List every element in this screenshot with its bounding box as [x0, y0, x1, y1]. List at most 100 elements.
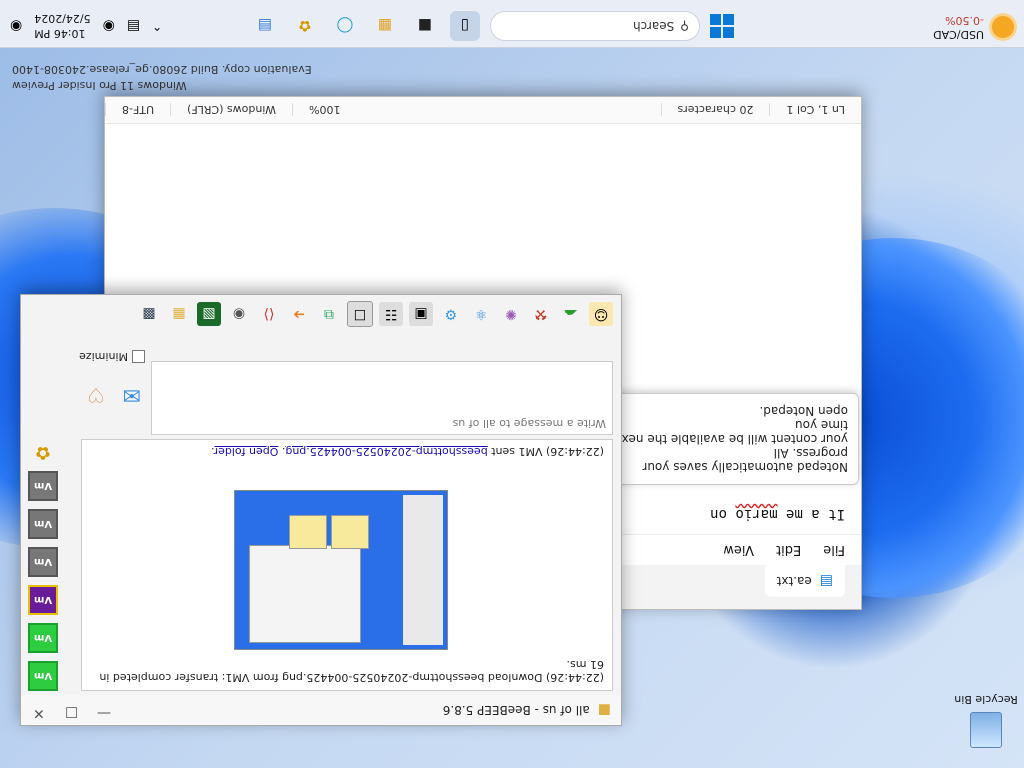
- user-vm-2[interactable]: Vm: [28, 623, 58, 653]
- autosave-tip: Notepad automatically saves your progres…: [587, 393, 859, 485]
- recycle-bin[interactable]: Recycle Bin: [954, 693, 1018, 748]
- thumb-note-1: [331, 515, 369, 549]
- bell-icon[interactable]: ♡: [87, 383, 105, 407]
- watermark-line2: Evaluation copy. Build 26080.ge_release.…: [12, 63, 312, 76]
- gear-icon[interactable]: ⚙: [439, 302, 463, 326]
- user-vm-4[interactable]: Vm: [28, 547, 58, 577]
- user-vm-6[interactable]: Vm: [28, 471, 58, 501]
- file-link[interactable]: beesshottmp-20240525-004425.png: [285, 445, 487, 458]
- menu-file[interactable]: File: [823, 543, 845, 558]
- text-before: It a me: [777, 506, 845, 522]
- minimize-check[interactable]: [132, 350, 145, 363]
- misspelled-word: mario: [735, 506, 778, 522]
- screenshot-icon[interactable]: ▣: [409, 302, 433, 326]
- file-icon[interactable]: ☐: [347, 301, 373, 327]
- html-icon[interactable]: ⟨⟩: [257, 302, 281, 326]
- recycle-bin-icon: [970, 712, 1002, 748]
- watermark-line1: Windows 11 Pro Insider Preview: [12, 79, 187, 92]
- tools-icon[interactable]: ⚒: [529, 302, 553, 326]
- taskbar-center: ⚲ Search ▯ ■ ▦ ◯ ✿ ▤: [250, 11, 734, 41]
- minimize-checkbox[interactable]: Minimize: [79, 350, 145, 363]
- clock[interactable]: 10:46 PM 5/24/2024: [34, 11, 90, 41]
- clock-time: 10:46 PM: [34, 27, 86, 40]
- user-vm-1[interactable]: Vm: [28, 661, 58, 691]
- text-after: on: [710, 506, 736, 522]
- beebeep-window[interactable]: ■ all of us - BeeBEEP 5.8.6 — □ ✕ Vm Vm …: [20, 294, 622, 726]
- taskbar: USD/CAD -0.50% ⚲ Search ▯ ■ ▦ ◯ ✿ ▤ ⌃ ▤ …: [0, 0, 1024, 48]
- send-button[interactable]: ✉: [123, 382, 141, 407]
- notepad-taskbar-icon[interactable]: ▤: [250, 11, 280, 41]
- status-zoom: 100%: [292, 103, 357, 117]
- tip-line2: your content will be available the next …: [616, 418, 848, 446]
- open-folder-link[interactable]: Open folder: [215, 445, 279, 458]
- chat-sent-end: .: [211, 445, 215, 458]
- chart-icon[interactable]: ▧: [197, 302, 221, 326]
- recycle-bin-label: Recycle Bin: [954, 693, 1018, 706]
- user-vm-5[interactable]: Vm: [28, 509, 58, 539]
- beebeep-taskbar-icon[interactable]: ✿: [290, 11, 320, 41]
- menu-edit[interactable]: Edit: [776, 543, 801, 558]
- folder-share-icon[interactable]: ➔: [287, 302, 311, 326]
- notepad-tab[interactable]: ▤ ea.txt: [764, 565, 845, 597]
- network-icon[interactable]: ▤: [127, 18, 140, 34]
- maximize-window-button[interactable]: □: [65, 705, 78, 721]
- beebeep-title: all of us - BeeBEEP 5.8.6: [442, 703, 590, 717]
- notepad-tab-title: ea.txt: [776, 574, 812, 588]
- notepad-statusbar: Ln 1, Col 1 20 characters 100% Windows (…: [105, 97, 861, 124]
- close-window-button[interactable]: ✕: [33, 705, 45, 721]
- tip-line3: open Notepad.: [759, 404, 848, 418]
- beebeep-toolbar: ☺ ☁ ⚒ ✺ ⚛ ⚙ ▣ ☷ ☐ ⧉ ➔ ⟨⟩ ◉ ▧ ▦ ▩: [23, 299, 617, 329]
- chat-line-download: (22:44:26) Download beesshottmp-20240525…: [99, 658, 604, 684]
- bee-icon[interactable]: ✿: [35, 442, 50, 463]
- start-icon[interactable]: [710, 14, 734, 38]
- widgets-weather[interactable]: USD/CAD -0.50%: [933, 13, 1014, 41]
- notification-bell-icon[interactable]: ◉: [10, 18, 22, 34]
- message-input[interactable]: Write a message to all of us: [151, 361, 613, 435]
- status-encoding: UTF-8: [105, 103, 171, 117]
- status-position: Ln 1, Col 1: [769, 103, 861, 117]
- volume-icon[interactable]: ◉: [103, 18, 115, 34]
- notepad-icon: ▤: [819, 573, 833, 589]
- document-icon[interactable]: ☷: [379, 302, 403, 326]
- image-icon[interactable]: ▦: [167, 302, 191, 326]
- tip-line1: Notepad automatically saves your progres…: [642, 446, 848, 474]
- chat-sent-sep: .: [278, 445, 286, 458]
- search-input[interactable]: ⚲ Search: [490, 11, 700, 41]
- chat-area[interactable]: (22:44:26) Download beesshottmp-20240525…: [81, 439, 613, 691]
- thumb-note-2: [289, 515, 327, 549]
- clock-date: 5/24/2024: [34, 12, 91, 25]
- palette-icon[interactable]: ✺: [499, 302, 523, 326]
- emoji-icon[interactable]: ☺: [589, 302, 613, 326]
- minimize-label: Minimize: [79, 350, 128, 363]
- thumb-sidebar: [403, 495, 443, 645]
- search-placeholder: Search: [632, 19, 675, 33]
- user-list: Vm Vm Vm Vm Vm Vm ✿: [25, 331, 61, 691]
- camera-icon[interactable]: ◉: [227, 302, 251, 326]
- beebeep-titlebar[interactable]: ■ all of us - BeeBEEP 5.8.6 — □ ✕: [21, 695, 621, 725]
- currency-change: -0.50%: [945, 14, 984, 27]
- status-line-ending: Windows (CRLF): [170, 103, 293, 117]
- currency-pair: USD/CAD: [933, 28, 984, 41]
- cloud-icon[interactable]: ☁: [559, 302, 583, 326]
- copy-icon[interactable]: ⧉: [317, 302, 341, 326]
- save-icon[interactable]: ▩: [137, 302, 161, 326]
- chat-line-sent: (22:44:26) VM1 sent beesshottmp-20240525…: [211, 445, 604, 458]
- search-icon: ⚲: [680, 19, 689, 33]
- edge-icon[interactable]: ◯: [330, 11, 360, 41]
- desktop-screen: Windows 11 Pro Insider Preview Evaluatio…: [0, 0, 1024, 768]
- screenshot-thumbnail[interactable]: [234, 490, 448, 650]
- chat-sent-prefix: (22:44:26) VM1 sent: [487, 445, 604, 458]
- message-placeholder: Write a message to all of us: [452, 417, 606, 430]
- system-tray: ⌃ ▤ ◉ 10:46 PM 5/24/2024 ◉: [10, 11, 162, 41]
- task-view-icon[interactable]: ▯: [450, 11, 480, 41]
- user-vm-3[interactable]: Vm: [28, 585, 58, 615]
- thumb-window: [249, 545, 361, 643]
- flask-icon[interactable]: ⚛: [469, 302, 493, 326]
- minimize-window-button[interactable]: —: [97, 705, 111, 721]
- snip-icon[interactable]: ■: [410, 11, 440, 41]
- menu-view[interactable]: View: [723, 543, 754, 558]
- beebeep-folder-icon: ■: [597, 702, 611, 718]
- status-chars: 20 characters: [660, 103, 770, 117]
- chevron-up-icon[interactable]: ⌃: [152, 19, 162, 33]
- file-explorer-icon[interactable]: ▦: [370, 11, 400, 41]
